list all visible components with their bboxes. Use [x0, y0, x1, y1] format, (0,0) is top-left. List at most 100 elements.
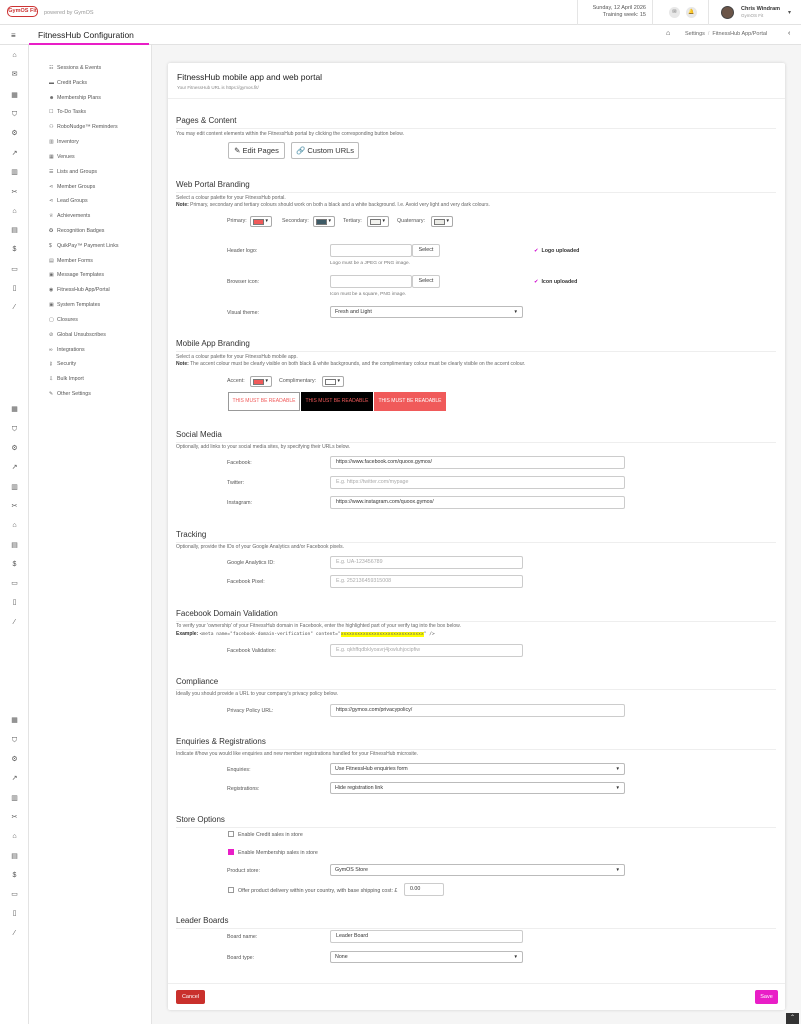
archive-icon[interactable]: ▭: [9, 889, 20, 900]
sidebar-item-message-templates[interactable]: ▣ Message Templates: [49, 270, 104, 280]
mail-icon[interactable]: ✉: [669, 7, 680, 18]
gift-icon[interactable]: ✂: [9, 501, 20, 512]
shipping-cost-input[interactable]: 0.00: [404, 883, 444, 896]
share-icon[interactable]: ↗: [9, 773, 20, 784]
home-icon[interactable]: ⌂: [666, 30, 670, 37]
facebook-pixel-input[interactable]: E.g. 252136459315008: [330, 575, 523, 588]
sidebar-item-credit-packs[interactable]: ▬ Credit Packs: [49, 78, 87, 88]
sidebar-item-todo-tasks[interactable]: ☐ To-Do Tasks: [49, 107, 86, 117]
sidebar-item-security[interactable]: ⚷ Security: [49, 359, 76, 369]
wand-icon[interactable]: ⁄: [9, 302, 20, 313]
chevron-left-icon[interactable]: ‹: [788, 30, 790, 37]
sidebar-item-closures[interactable]: ▢ Closures: [49, 315, 78, 325]
money-icon[interactable]: $: [9, 244, 20, 255]
edit-pages-button[interactable]: ✎ Edit Pages: [228, 142, 285, 159]
sidebar-item-achievements[interactable]: ♕ Achievements: [49, 211, 90, 221]
google-analytics-input[interactable]: E.g. UA-123456789: [330, 556, 523, 569]
sidebar-item-quikpay[interactable]: $ QuikPay™ Payment Links: [49, 241, 119, 251]
custom-urls-button[interactable]: 🔗 Custom URLs: [291, 142, 359, 159]
sidebar-item-fitnesshub[interactable]: ◉ FitnessHub App/Portal: [49, 285, 110, 295]
browser-icon-select-button[interactable]: Select: [412, 275, 440, 288]
tertiary-color-picker[interactable]: ▼: [367, 216, 389, 227]
wand-icon[interactable]: ⁄: [9, 928, 20, 939]
sidebar-item-inventory[interactable]: ▥ Inventory: [49, 137, 79, 147]
calendar-icon[interactable]: ▦: [9, 90, 20, 101]
table-icon[interactable]: ▤: [9, 225, 20, 236]
shield-icon[interactable]: ⛉: [9, 735, 20, 746]
calendar-icon[interactable]: ▦: [9, 715, 20, 726]
membership-sales-checkbox[interactable]: Enable Membership sales in store: [228, 849, 318, 856]
facebook-validation-input[interactable]: E.g. qkhffqdbklyoavrj4jxwluhjocipfiw: [330, 644, 523, 657]
gears-icon[interactable]: ⚙: [9, 128, 20, 139]
sidebar-item-integrations[interactable]: ∞ Integrations: [49, 345, 85, 355]
home-icon[interactable]: ⌂: [9, 50, 20, 61]
wand-icon[interactable]: ⁄: [9, 617, 20, 628]
store-icon[interactable]: ⌂: [9, 206, 20, 217]
browser-icon-file-input[interactable]: [330, 275, 412, 288]
document-icon[interactable]: ▯: [9, 283, 20, 294]
sidebar-item-global-unsubscribes[interactable]: ⊘ Global Unsubscribes: [49, 330, 106, 340]
sidebar-item-lists-groups[interactable]: ☰ Lists and Groups: [49, 167, 97, 177]
table-icon[interactable]: ▤: [9, 851, 20, 862]
library-icon[interactable]: ▥: [9, 167, 20, 178]
sidebar-item-member-groups[interactable]: ⋖ Member Groups: [49, 182, 95, 192]
sidebar-item-venues[interactable]: ▦ Venues: [49, 152, 75, 162]
hamburger-menu-icon[interactable]: ≡: [11, 31, 16, 40]
accent-color-picker[interactable]: ▼: [250, 376, 272, 387]
mail-icon[interactable]: ✉: [9, 69, 20, 80]
header-logo-select-button[interactable]: Select: [412, 244, 440, 257]
chevron-down-icon[interactable]: ▾: [788, 9, 791, 16]
credit-sales-checkbox[interactable]: Enable Credit sales in store: [228, 831, 303, 838]
save-button[interactable]: Save: [755, 990, 778, 1004]
gears-icon[interactable]: ⚙: [9, 443, 20, 454]
sidebar-item-member-forms[interactable]: ▤ Member Forms: [49, 256, 93, 266]
gymos-logo[interactable]: GymOS Fit: [7, 6, 38, 17]
privacy-policy-input[interactable]: https://gymos.com/privacypolicy/: [330, 704, 625, 717]
sidebar-item-membership-plans[interactable]: ☻ Membership Plans: [49, 93, 101, 103]
store-icon[interactable]: ⌂: [9, 520, 20, 531]
money-icon[interactable]: $: [9, 870, 20, 881]
sidebar-item-lead-groups[interactable]: ⋖ Lead Groups: [49, 196, 88, 206]
money-icon[interactable]: $: [9, 559, 20, 570]
document-icon[interactable]: ▯: [9, 597, 20, 608]
table-icon[interactable]: ▤: [9, 540, 20, 551]
complimentary-color-picker[interactable]: ▼: [322, 376, 344, 387]
user-name[interactable]: Chris Windram: [741, 6, 780, 13]
board-type-select[interactable]: None: [330, 951, 523, 963]
checkbox[interactable]: [228, 887, 234, 893]
shield-icon[interactable]: ⛉: [9, 109, 20, 120]
share-icon[interactable]: ↗: [9, 462, 20, 473]
instagram-url-input[interactable]: https://www.instagram.com/quoox.gymos/: [330, 496, 625, 509]
sidebar-item-sessions[interactable]: ☷ Sessions & Events: [49, 63, 101, 73]
library-icon[interactable]: ▥: [9, 793, 20, 804]
delivery-checkbox[interactable]: Offer product delivery within your count…: [228, 887, 397, 894]
primary-color-picker[interactable]: ▼: [250, 216, 272, 227]
sidebar-item-system-templates[interactable]: ▣ System Templates: [49, 300, 100, 310]
shield-icon[interactable]: ⛉: [9, 424, 20, 435]
scroll-to-top-icon[interactable]: ⌃: [786, 1013, 799, 1024]
gears-icon[interactable]: ⚙: [9, 754, 20, 765]
archive-icon[interactable]: ▭: [9, 264, 20, 275]
enquiries-select[interactable]: Use FitnessHub enquiries form: [330, 763, 625, 775]
library-icon[interactable]: ▥: [9, 482, 20, 493]
gift-icon[interactable]: ✂: [9, 187, 20, 198]
secondary-color-picker[interactable]: ▼: [313, 216, 335, 227]
board-name-input[interactable]: Leader Board: [330, 930, 523, 943]
sidebar-item-bulk-import[interactable]: ⇩ Bulk Import: [49, 374, 84, 384]
quaternary-color-picker[interactable]: ▼: [431, 216, 453, 227]
calendar-icon[interactable]: ▦: [9, 404, 20, 415]
breadcrumb-settings[interactable]: Settings: [685, 31, 705, 37]
header-logo-file-input[interactable]: [330, 244, 412, 257]
sidebar-item-recognition-badges[interactable]: ✪ Recognition Badges: [49, 226, 104, 236]
checkbox[interactable]: [228, 831, 234, 837]
sidebar-item-other-settings[interactable]: ✎ Other Settings: [49, 389, 91, 399]
document-icon[interactable]: ▯: [9, 908, 20, 919]
registrations-select[interactable]: Hide registration link: [330, 782, 625, 794]
share-icon[interactable]: ↗: [9, 148, 20, 159]
checkbox-checked[interactable]: [228, 849, 234, 855]
sidebar-item-robonudge[interactable]: ⚇ RoboNudge™ Reminders: [49, 122, 118, 132]
twitter-url-input[interactable]: E.g. https://twitter.com/mypage: [330, 476, 625, 489]
facebook-url-input[interactable]: https://www.facebook.com/quoox.gymos/: [330, 456, 625, 469]
archive-icon[interactable]: ▭: [9, 578, 20, 589]
visual-theme-select[interactable]: Fresh and Light: [330, 306, 523, 318]
